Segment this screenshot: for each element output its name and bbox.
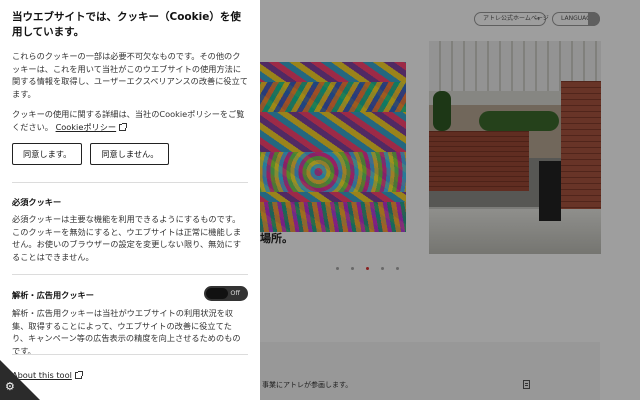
cookie-panel-title: 当ウエブサイトでは、クッキー（Cookie）を使用しています。 xyxy=(12,11,241,38)
necessary-cookies-title: 必須クッキー xyxy=(12,197,62,207)
analytics-cookies-title: 解析・広告用クッキー xyxy=(12,290,94,300)
divider xyxy=(12,182,248,183)
divider xyxy=(12,274,248,275)
cookie-policy-text: クッキーの使用に関する詳細は、当社のCookieポリシーをご覧ください。 Coo… xyxy=(12,108,248,133)
cookie-policy-link[interactable]: Cookieポリシー xyxy=(56,122,117,132)
analytics-cookies-toggle[interactable]: Off xyxy=(204,286,248,301)
accept-button[interactable]: 同意します。 xyxy=(12,143,83,165)
analytics-cookies-description: 解析・広告用クッキーは当社がウエブサイトの利用状況を収集、取得することによって、… xyxy=(12,308,241,356)
external-link-icon xyxy=(74,371,83,379)
external-link-icon xyxy=(119,122,128,131)
cookie-policy-sentence: クッキーの使用に関する詳細は、当社のCookieポリシーをご覧ください。 xyxy=(12,109,245,132)
cookie-panel-description: これらのクッキーの一部は必要不可欠なものです。その他のクッキーは、これを用いて当… xyxy=(12,51,248,99)
gear-icon[interactable]: ⚙ xyxy=(5,381,15,392)
toggle-knob xyxy=(206,288,228,299)
divider xyxy=(12,354,248,355)
necessary-cookies-description: 必須クッキーは主要な機能を利用できるようにするものです。このクッキーを無効にする… xyxy=(12,214,242,262)
reject-button[interactable]: 同意しません。 xyxy=(90,143,170,165)
toggle-state-label: Off xyxy=(230,289,240,297)
cookie-consent-panel: 当ウエブサイトでは、クッキー（Cookie）を使用しています。 これらのクッキー… xyxy=(0,0,260,400)
